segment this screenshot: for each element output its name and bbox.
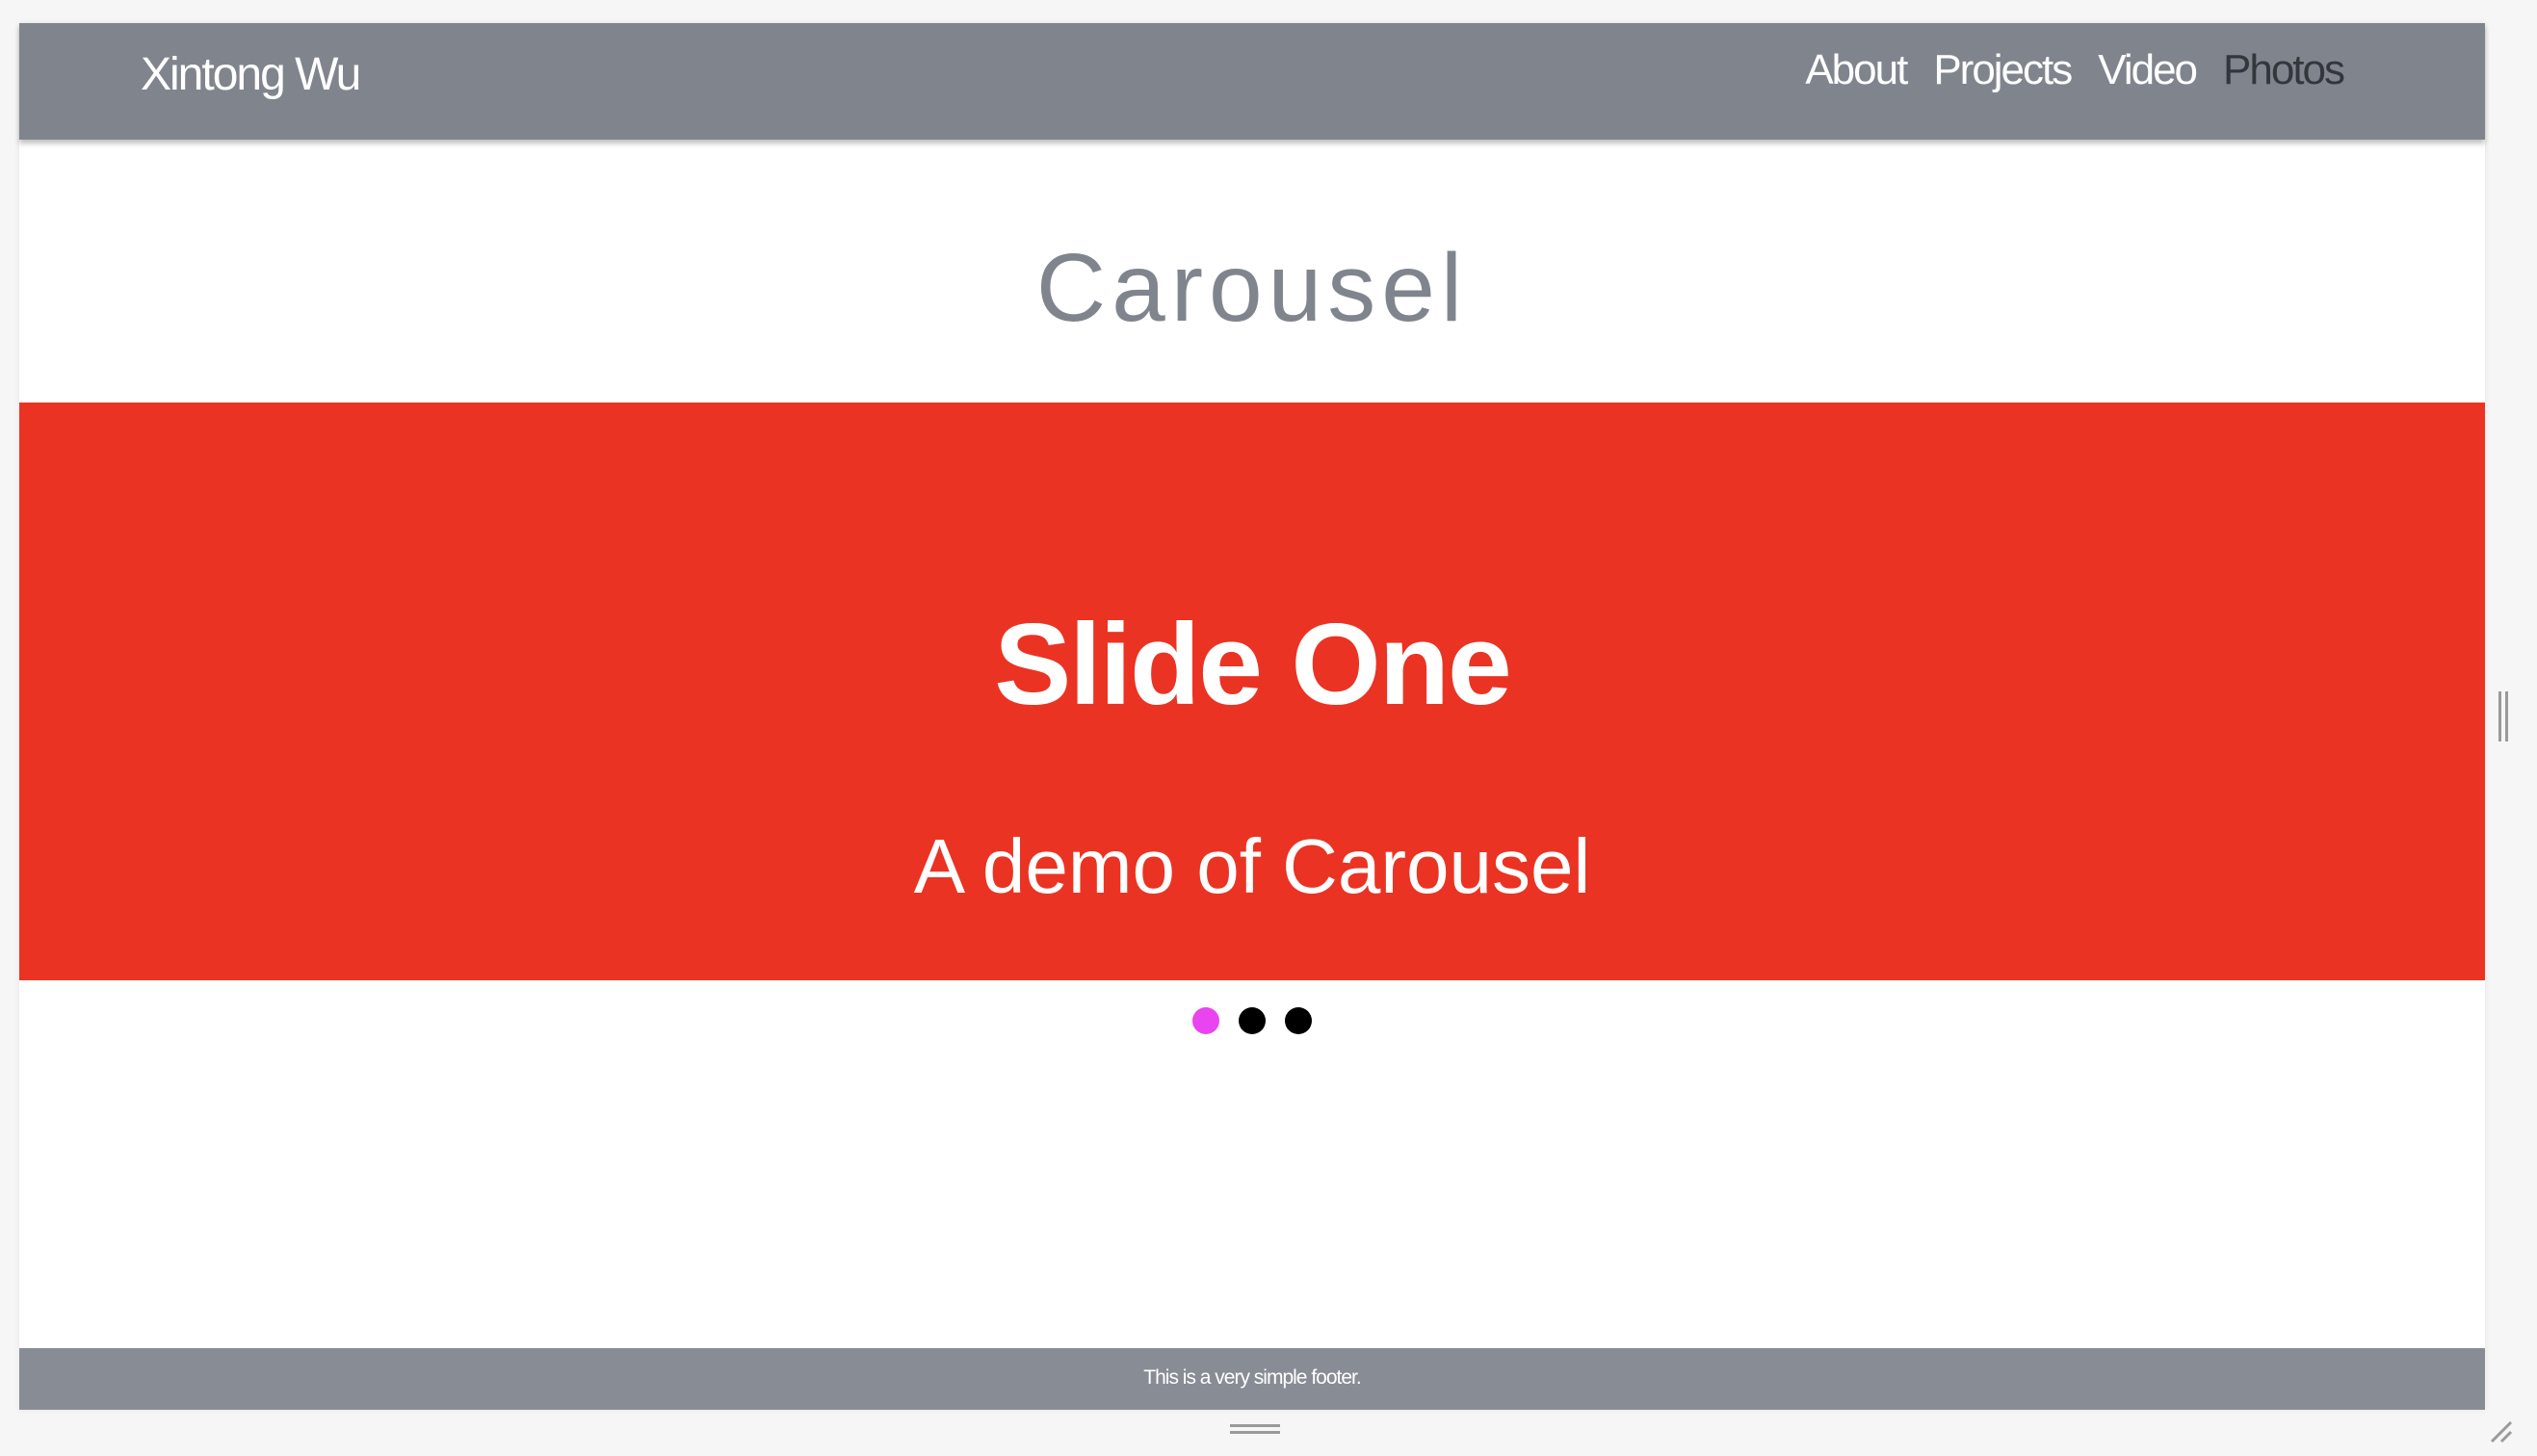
nav-link-photos[interactable]: Photos <box>2223 39 2345 102</box>
resize-corner-icon[interactable] <box>2488 1418 2513 1443</box>
slide-subheading: A demo of Carousel <box>913 823 1591 909</box>
brand-link[interactable]: Xintong Wu <box>141 40 361 110</box>
nav-link-about[interactable]: About <box>1805 39 1908 102</box>
footer-text: This is a very simple footer. <box>1143 1366 1361 1389</box>
nav-link-projects[interactable]: Projects <box>1933 39 2073 102</box>
carousel-dot-2[interactable] <box>1239 1007 1266 1034</box>
horizontal-grip-icon[interactable] <box>1230 1424 1280 1436</box>
carousel-slide[interactable]: Slide One A demo of Carousel <box>19 403 2485 980</box>
page-title: Carousel <box>1035 234 1469 342</box>
slide-heading: Slide One <box>994 600 1511 729</box>
browser-viewport: Xintong Wu About Projects Video Photos C… <box>19 23 2485 1410</box>
navbar: Xintong Wu About Projects Video Photos <box>19 23 2485 140</box>
nav-link-video[interactable]: Video <box>2098 39 2198 102</box>
carousel-dot-3[interactable] <box>1285 1007 1312 1034</box>
footer: This is a very simple footer. <box>19 1348 2485 1410</box>
vertical-grip-icon[interactable] <box>2498 691 2510 741</box>
nav-links: About Projects Video Photos <box>1805 39 2345 102</box>
carousel-dot-1[interactable] <box>1192 1007 1219 1034</box>
carousel-indicators <box>19 1007 2485 1034</box>
